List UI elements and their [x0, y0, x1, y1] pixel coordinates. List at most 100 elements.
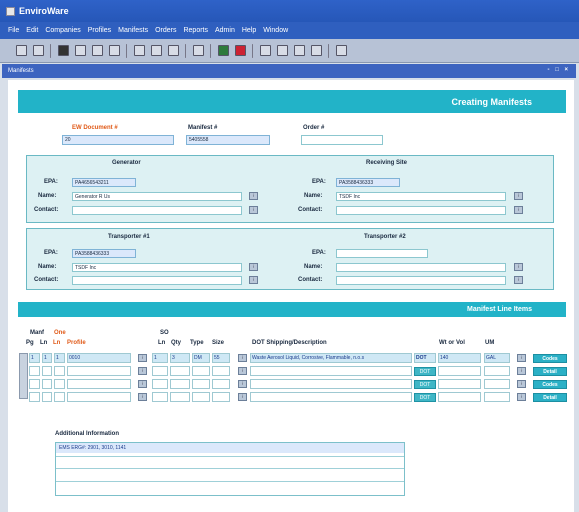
menu-profiles[interactable]: Profiles — [88, 27, 111, 34]
row3-um[interactable] — [484, 379, 510, 389]
transporter2-contact-lookup-button[interactable]: ⁝ — [514, 276, 523, 284]
row3-codes-button[interactable]: Codes — [533, 380, 567, 389]
copy-icon[interactable] — [75, 45, 86, 56]
row3-dot-button[interactable]: DOT — [414, 380, 436, 389]
row1-pg[interactable]: 1 — [29, 353, 40, 363]
menu-reports[interactable]: Reports — [183, 27, 208, 34]
settings-icon[interactable] — [168, 45, 179, 56]
menu-companies[interactable]: Companies — [45, 27, 80, 34]
receiving-contact-lookup-button[interactable]: ⁝ — [514, 206, 523, 214]
row3-description-lookup-button[interactable]: ⁝ — [238, 380, 247, 388]
filter-icon[interactable] — [151, 45, 162, 56]
receiving-name-field[interactable]: TSDF Inc — [336, 192, 506, 201]
row2-um-lookup-button[interactable]: ⁝ — [517, 367, 526, 375]
transporter1-epa-field[interactable]: PA3588436333 — [72, 249, 136, 258]
row3-description[interactable] — [250, 379, 412, 389]
row2-description-lookup-button[interactable]: ⁝ — [238, 367, 247, 375]
row1-ln[interactable]: 1 — [42, 353, 52, 363]
menu-edit[interactable]: Edit — [26, 27, 38, 34]
receiving-contact-field[interactable] — [336, 206, 506, 215]
additional-info-line-1[interactable]: EMS ERG#: 2901, 3010, 1141 — [56, 443, 404, 453]
menu-admin[interactable]: Admin — [215, 27, 235, 34]
order-field[interactable] — [301, 135, 383, 145]
row1-um[interactable]: GAL — [484, 353, 510, 363]
row3-ln[interactable] — [42, 379, 52, 389]
row4-um-lookup-button[interactable]: ⁝ — [517, 393, 526, 401]
first-record-icon[interactable] — [260, 45, 271, 56]
row2-wt-vol[interactable] — [438, 366, 481, 376]
generator-contact-field[interactable] — [72, 206, 242, 215]
menu-help[interactable]: Help — [242, 27, 256, 34]
row1-profile[interactable]: 0010 — [67, 353, 131, 363]
transporter1-name-field[interactable]: TSDF Inc — [72, 263, 242, 272]
transporter1-name-lookup-button[interactable]: ⁝ — [249, 263, 258, 271]
book-icon[interactable] — [58, 45, 69, 56]
row3-profile[interactable] — [67, 379, 131, 389]
row4-type[interactable] — [192, 392, 210, 402]
row2-dot-button[interactable]: DOT — [414, 367, 436, 376]
row2-qty[interactable] — [170, 366, 190, 376]
row1-profile-lookup-button[interactable]: ⁝ — [138, 354, 147, 362]
undo-icon[interactable] — [109, 45, 120, 56]
row1-description[interactable]: Waste Aerosol Liquid, Corrosive, Flammab… — [250, 353, 412, 363]
row1-type[interactable]: DM — [192, 353, 210, 363]
row4-ln[interactable] — [42, 392, 52, 402]
row2-so-ln[interactable] — [152, 366, 168, 376]
transporter2-epa-field[interactable] — [336, 249, 428, 258]
last-record-icon[interactable] — [311, 45, 322, 56]
next-record-icon[interactable] — [294, 45, 305, 56]
row4-dot-button[interactable]: DOT — [414, 393, 436, 402]
row3-um-lookup-button[interactable]: ⁝ — [517, 380, 526, 388]
row1-one-ln[interactable]: 1 — [54, 353, 65, 363]
row2-profile-lookup-button[interactable]: ⁝ — [138, 367, 147, 375]
transporter2-name-lookup-button[interactable]: ⁝ — [514, 263, 523, 271]
row4-profile[interactable] — [67, 392, 131, 402]
print-icon[interactable] — [33, 45, 44, 56]
row2-pg[interactable] — [29, 366, 40, 376]
find-icon[interactable] — [134, 45, 145, 56]
row3-pg[interactable] — [29, 379, 40, 389]
row1-so-ln[interactable]: 1 — [152, 353, 168, 363]
row2-profile[interactable] — [67, 366, 131, 376]
new-record-icon[interactable] — [218, 45, 229, 56]
menu-file[interactable]: File — [8, 27, 19, 34]
row1-wt-vol[interactable]: 140 — [438, 353, 481, 363]
row4-wt-vol[interactable] — [438, 392, 481, 402]
transporter1-contact-field[interactable] — [72, 276, 242, 285]
row2-um[interactable] — [484, 366, 510, 376]
row1-qty[interactable]: 3 — [170, 353, 190, 363]
row4-so-ln[interactable] — [152, 392, 168, 402]
row2-detail-button[interactable]: Detail — [533, 367, 567, 376]
receiving-name-lookup-button[interactable]: ⁝ — [514, 192, 523, 200]
window-controls[interactable]: - □ × — [548, 67, 570, 73]
codes-button[interactable]: Codes — [533, 354, 567, 363]
menu-window[interactable]: Window — [263, 27, 288, 34]
row2-ln[interactable] — [42, 366, 52, 376]
previous-record-icon[interactable] — [277, 45, 288, 56]
row2-type[interactable] — [192, 366, 210, 376]
row4-description[interactable] — [250, 392, 412, 402]
exit-icon[interactable] — [336, 45, 347, 56]
row1-description-lookup-button[interactable]: ⁝ — [238, 354, 247, 362]
row3-size[interactable] — [212, 379, 230, 389]
row4-detail-button[interactable]: Detail — [533, 393, 567, 402]
menu-manifests[interactable]: Manifests — [118, 27, 148, 34]
generator-contact-lookup-button[interactable]: ⁝ — [249, 206, 258, 214]
row1-size[interactable]: 55 — [212, 353, 230, 363]
delete-icon[interactable] — [235, 45, 246, 56]
row3-profile-lookup-button[interactable]: ⁝ — [138, 380, 147, 388]
transporter2-name-field[interactable] — [336, 263, 506, 272]
receiving-epa-field[interactable]: PA3588436333 — [336, 178, 400, 187]
transporter1-contact-lookup-button[interactable]: ⁝ — [249, 276, 258, 284]
ew-document-field[interactable]: 20 — [62, 135, 174, 145]
row1-dot[interactable]: DOT — [414, 353, 436, 363]
row2-one-ln[interactable] — [54, 366, 65, 376]
row3-so-ln[interactable] — [152, 379, 168, 389]
row4-profile-lookup-button[interactable]: ⁝ — [138, 393, 147, 401]
row4-description-lookup-button[interactable]: ⁝ — [238, 393, 247, 401]
edit-icon[interactable] — [193, 45, 204, 56]
row4-one-ln[interactable] — [54, 392, 65, 402]
row2-description[interactable] — [250, 366, 412, 376]
row3-one-ln[interactable] — [54, 379, 65, 389]
transporter2-contact-field[interactable] — [336, 276, 506, 285]
